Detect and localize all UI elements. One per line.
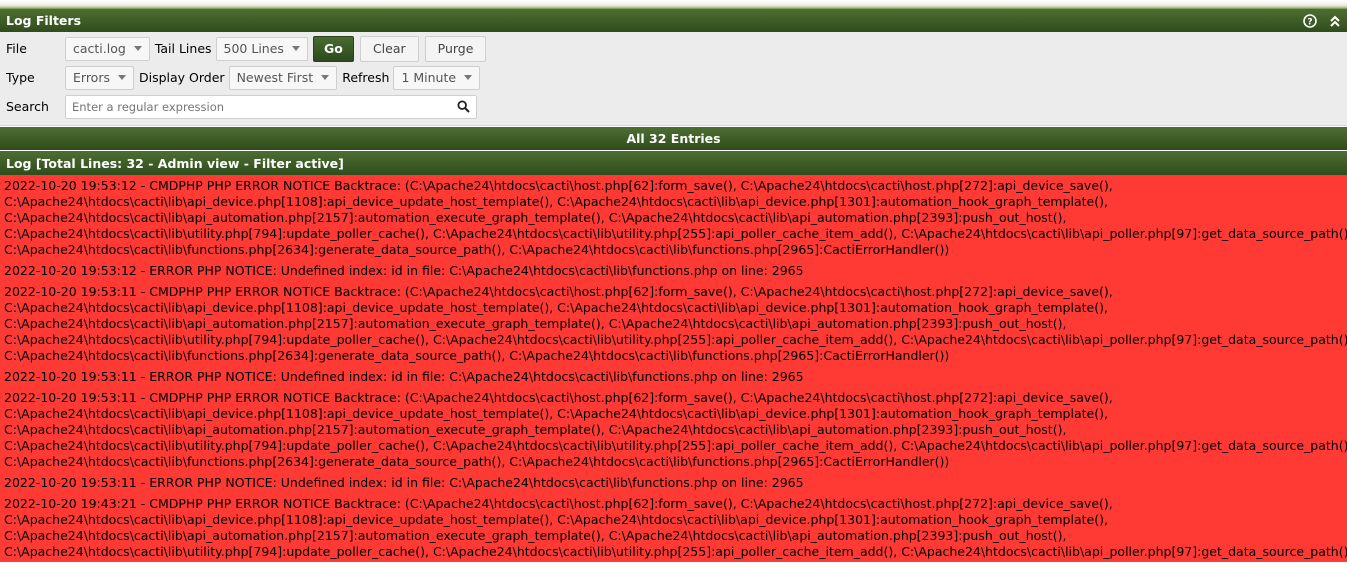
chevron-down-icon <box>464 75 473 80</box>
log-entry: 2022-10-20 19:53:12 - CMDPHP PHP ERROR N… <box>4 178 1347 257</box>
refresh-select[interactable]: 1 Minute <box>393 65 481 90</box>
search-box <box>65 94 477 119</box>
display-order-value: Newest First <box>236 70 314 85</box>
display-order-label: Display Order <box>138 70 225 85</box>
chevron-down-icon <box>117 75 126 80</box>
top-strip <box>0 0 1347 9</box>
search-input[interactable] <box>66 95 446 118</box>
type-select-value: Errors <box>73 70 110 85</box>
refresh-label: Refresh <box>342 70 390 85</box>
svg-text:?: ? <box>1307 17 1312 27</box>
entries-count-bar: All 32 Entries <box>0 127 1347 150</box>
tail-lines-value: 500 Lines <box>223 41 284 56</box>
log-title: Log [Total Lines: 32 - Admin view - Filt… <box>6 155 344 171</box>
file-select-value: cacti.log <box>73 41 126 56</box>
collapse-icon[interactable] <box>1329 15 1341 27</box>
log-header: Log [Total Lines: 32 - Admin view - Filt… <box>0 151 1347 175</box>
type-select[interactable]: Errors <box>65 65 134 90</box>
entries-count: All 32 Entries <box>626 131 721 146</box>
type-label: Type <box>6 70 35 85</box>
log-filters-title: Log Filters <box>6 13 82 28</box>
filter-row-type: Type Errors Display Order Newest First R… <box>0 63 1347 92</box>
log-entry: 2022-10-20 19:53:11 - ERROR PHP NOTICE: … <box>4 369 804 384</box>
log-entry: 2022-10-20 19:53:11 - CMDPHP PHP ERROR N… <box>4 284 1347 363</box>
help-icon[interactable]: ? <box>1303 13 1317 28</box>
search-icon[interactable] <box>457 99 470 117</box>
log-filters-header: Log Filters ? <box>0 9 1347 32</box>
purge-button[interactable]: Purge <box>424 35 487 62</box>
chevron-down-icon <box>321 75 330 80</box>
log-entry: 2022-10-20 19:53:11 - CMDPHP PHP ERROR N… <box>4 390 1347 469</box>
tail-lines-select[interactable]: 500 Lines <box>215 36 308 61</box>
clear-button[interactable]: Clear <box>359 35 419 62</box>
file-select[interactable]: cacti.log <box>65 36 150 61</box>
log-entry: 2022-10-20 19:53:12 - ERROR PHP NOTICE: … <box>4 263 804 278</box>
filter-row-file: File cacti.log Tail Lines 500 Lines Go C… <box>0 34 1347 63</box>
log-filters-panel: File cacti.log Tail Lines 500 Lines Go C… <box>0 32 1347 126</box>
search-label: Search <box>6 99 49 114</box>
log-entry: 2022-10-20 19:53:11 - ERROR PHP NOTICE: … <box>4 475 804 490</box>
display-order-select[interactable]: Newest First <box>228 65 338 90</box>
chevron-down-icon <box>291 46 300 51</box>
log-entry: 2022-10-20 19:43:21 - CMDPHP PHP ERROR N… <box>4 496 1347 559</box>
filter-row-search: Search <box>0 92 1347 121</box>
chevron-down-icon <box>133 46 142 51</box>
go-button[interactable]: Go <box>312 35 354 62</box>
file-label: File <box>6 41 27 56</box>
refresh-value: 1 Minute <box>401 70 457 85</box>
tail-lines-label: Tail Lines <box>154 41 212 56</box>
log-body: 2022-10-20 19:53:12 - CMDPHP PHP ERROR N… <box>0 175 1347 562</box>
